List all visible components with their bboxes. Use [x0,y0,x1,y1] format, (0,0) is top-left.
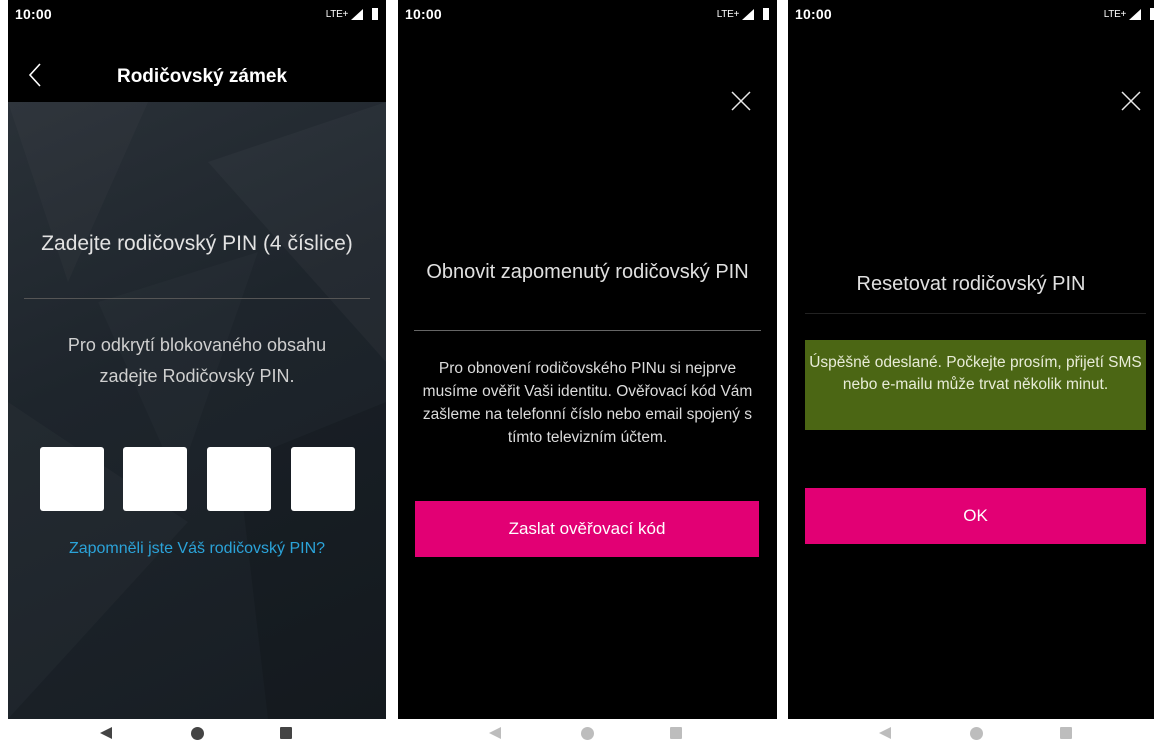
recover-heading: Obnovit zapomenutý rodičovský PIN [426,261,749,283]
status-icons: LTE+ [1104,8,1154,20]
send-verification-code-button[interactable]: Zaslat ověřovací kód [415,501,759,557]
pin-digit-input-2[interactable] [123,447,187,511]
navigation-bar [398,719,777,747]
divider [414,330,761,331]
status-time: 10:00 [15,6,52,22]
pin-heading: Zadejte rodičovský PIN (4 číslice) [41,232,353,255]
nav-home-icon[interactable] [970,727,983,740]
close-icon[interactable] [729,89,753,113]
background-pattern [8,102,386,719]
triangle-pattern-decoration [238,402,386,719]
status-icons: LTE+ [717,8,769,20]
nav-home-icon[interactable] [581,727,594,740]
navigation-bar [8,719,386,747]
divider [805,313,1146,314]
status-icons: LTE+ [326,8,378,20]
status-time: 10:00 [405,6,442,22]
nav-recents-icon[interactable] [1060,727,1072,739]
status-bar: 10:00 LTE+ [398,0,777,30]
battery-icon [1150,8,1154,20]
battery-icon [372,8,378,20]
network-type: LTE+ [1103,8,1127,20]
signal-icon [1129,8,1141,20]
reset-heading: Resetovat rodičovský PIN [856,273,1086,295]
close-icon[interactable] [1119,89,1143,113]
pin-instructions: Pro odkrytí blokovaného obsahu zadejte R… [67,335,327,386]
signal-icon [742,8,754,20]
forgot-pin-link[interactable]: Zapomněli jste Váš rodičovský PIN? [8,540,386,558]
nav-recents-icon[interactable] [670,727,682,739]
phone-screen-parental-lock: 10:00 LTE+ Rodičovský zámek Zadejte rodi [8,0,386,747]
nav-home-icon[interactable] [191,727,204,740]
pin-digit-input-4[interactable] [291,447,355,511]
nav-back-icon[interactable] [100,727,112,739]
ok-button[interactable]: OK [805,488,1146,544]
status-bar: 10:00 LTE+ [8,0,386,30]
status-time: 10:00 [795,6,832,22]
nav-back-icon[interactable] [879,727,891,739]
phone-screen-reset-pin: 10:00 LTE+ Resetovat rodičovský PIN Úspě… [788,0,1154,747]
page-title: Rodičovský zámek [116,66,288,87]
pin-digit-input-1[interactable] [40,447,104,511]
signal-icon [351,8,363,20]
app-bar: Rodičovský zámek [8,48,386,102]
screen: 10:00 LTE+ Rodičovský zámek Zadejte rodi [8,0,386,719]
divider [24,298,370,299]
navigation-bar [788,719,1154,747]
status-bar: 10:00 LTE+ [788,0,1154,30]
battery-icon [763,8,769,20]
phone-screen-recover-pin: 10:00 LTE+ Obnovit zapomenutý rodičovský… [398,0,777,747]
pin-digit-input-3[interactable] [207,447,271,511]
nav-recents-icon[interactable] [280,727,292,739]
network-type: LTE+ [716,8,740,20]
nav-back-icon[interactable] [489,727,501,739]
recover-instructions: Pro obnovení rodičovského PINu si nejprv… [422,360,753,446]
screen: 10:00 LTE+ Obnovit zapomenutý rodičovský… [398,0,777,719]
success-message-banner: Úspěšně odeslané. Počkejte prosím, přije… [805,340,1146,430]
network-type: LTE+ [325,8,349,20]
screen: 10:00 LTE+ Resetovat rodičovský PIN Úspě… [788,0,1154,719]
